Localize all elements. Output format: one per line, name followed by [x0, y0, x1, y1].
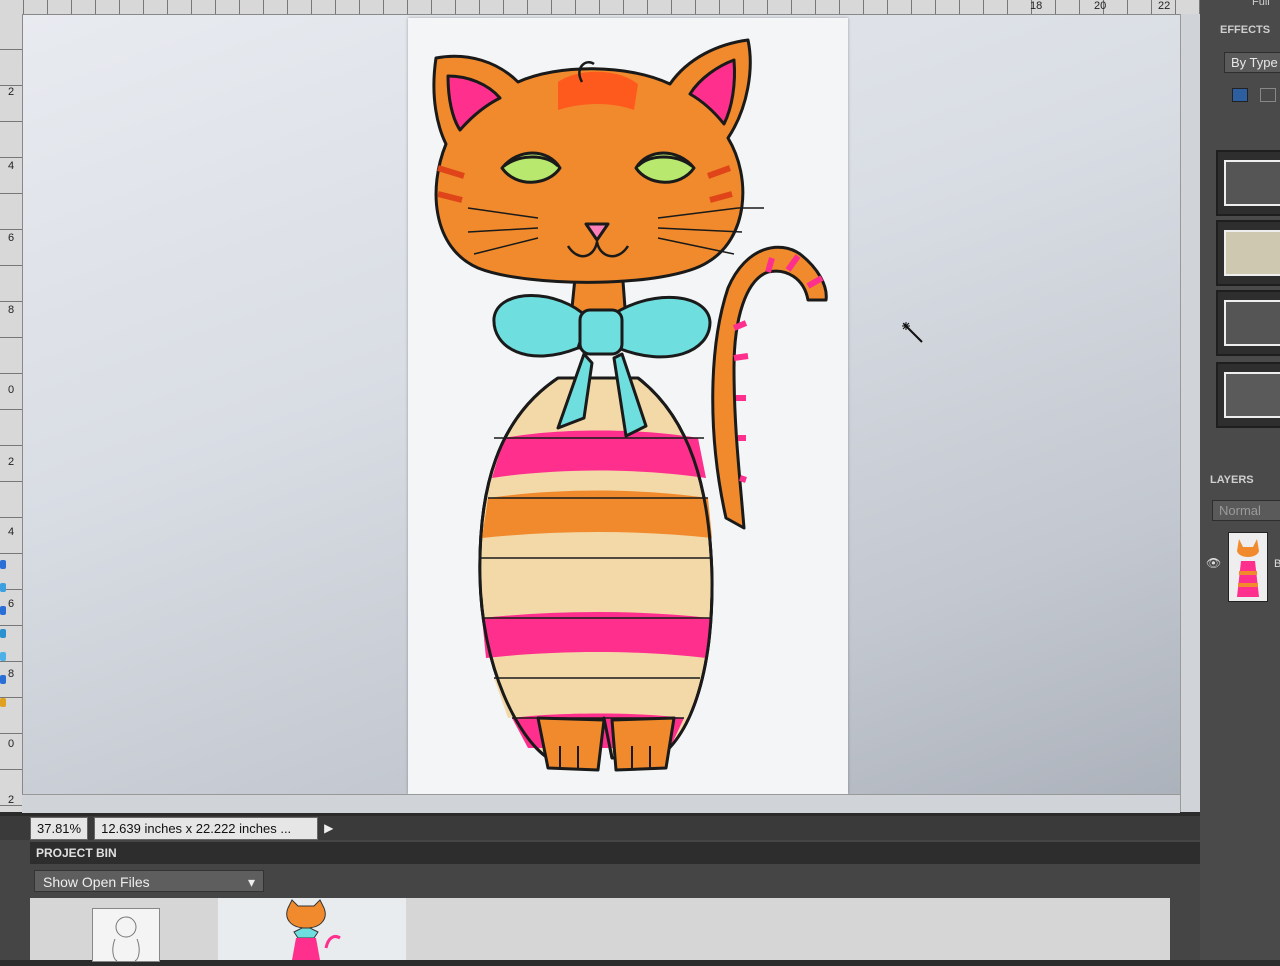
ruler-number: 2: [8, 86, 15, 98]
effects-category-icon[interactable]: [1260, 88, 1276, 102]
ruler-number: 6: [8, 232, 15, 244]
ruler-number: 2: [8, 456, 15, 468]
full-tab[interactable]: Full: [1252, 0, 1270, 8]
ruler-number: 6: [8, 598, 15, 610]
effects-title: EFFECTS: [1220, 24, 1271, 36]
effect-thumbnail[interactable]: [1216, 220, 1280, 286]
tool-icon[interactable]: [0, 560, 6, 569]
project-bin-title: PROJECT BIN: [30, 842, 1206, 864]
document-size: 12.639 inches x 22.222 inches ...: [94, 816, 319, 840]
ruler-number: 0: [8, 384, 15, 396]
tool-icon[interactable]: [0, 652, 6, 661]
status-bar: 37.81% 12.639 inches x 22.222 inches ...…: [0, 816, 1200, 840]
ruler-number: 8: [8, 668, 15, 680]
dropdown-value: Show Open Files: [43, 874, 150, 890]
ruler-number: 4: [8, 160, 15, 172]
effect-thumbnail[interactable]: [1216, 290, 1280, 356]
play-arrow-icon[interactable]: ▶: [324, 821, 333, 835]
project-bin-dropdown[interactable]: Show Open Files ▾: [34, 870, 264, 892]
vertical-scrollbar[interactable]: [1180, 14, 1201, 812]
horizontal-scrollbar[interactable]: [22, 794, 1180, 813]
effect-thumbnail[interactable]: [1216, 150, 1280, 216]
ruler-number: 22: [1158, 0, 1171, 12]
magic-wand-cursor-icon: [902, 322, 924, 349]
tool-icon[interactable]: [0, 583, 6, 592]
blend-mode-dropdown[interactable]: Normal: [1212, 500, 1280, 521]
layer-name[interactable]: B: [1274, 558, 1280, 570]
tool-icon[interactable]: [0, 698, 6, 707]
ruler-number: 18: [1030, 0, 1043, 12]
ruler-number: 20: [1094, 0, 1107, 12]
toolbox-edge: [0, 560, 6, 810]
top-ruler: 18 20 22: [0, 0, 1200, 15]
chevron-down-icon: ▾: [247, 874, 255, 890]
zoom-level[interactable]: 37.81%: [30, 816, 89, 840]
layer-thumbnail[interactable]: [1228, 532, 1268, 602]
ruler-number: 2: [8, 794, 15, 806]
tool-icon[interactable]: [0, 675, 6, 684]
cat-illustration: [432, 38, 828, 772]
tool-icon[interactable]: [0, 629, 6, 638]
ruler-number: 0: [8, 738, 15, 750]
effects-category-icon[interactable]: [1232, 88, 1248, 102]
effect-thumbnail[interactable]: [1216, 362, 1280, 428]
file-thumbnail-cat[interactable]: [218, 898, 406, 960]
eye-visibility-icon[interactable]: 👁: [1206, 556, 1221, 570]
tool-icon[interactable]: [0, 606, 6, 615]
file-thumbnail-sketch[interactable]: [92, 908, 160, 962]
ruler-number: 4: [8, 526, 15, 538]
document-canvas[interactable]: [408, 18, 848, 794]
layers-title: LAYERS: [1210, 474, 1254, 486]
project-bin-thumbnails: [30, 898, 1170, 962]
ruler-number: 8: [8, 304, 15, 316]
right-panel: Full EFFECTS By Type LAYERS Normal 👁 B: [1200, 0, 1280, 960]
project-bin-panel: PROJECT BIN Show Open Files ▾: [0, 840, 1206, 962]
effects-filter-dropdown[interactable]: By Type: [1224, 52, 1280, 73]
